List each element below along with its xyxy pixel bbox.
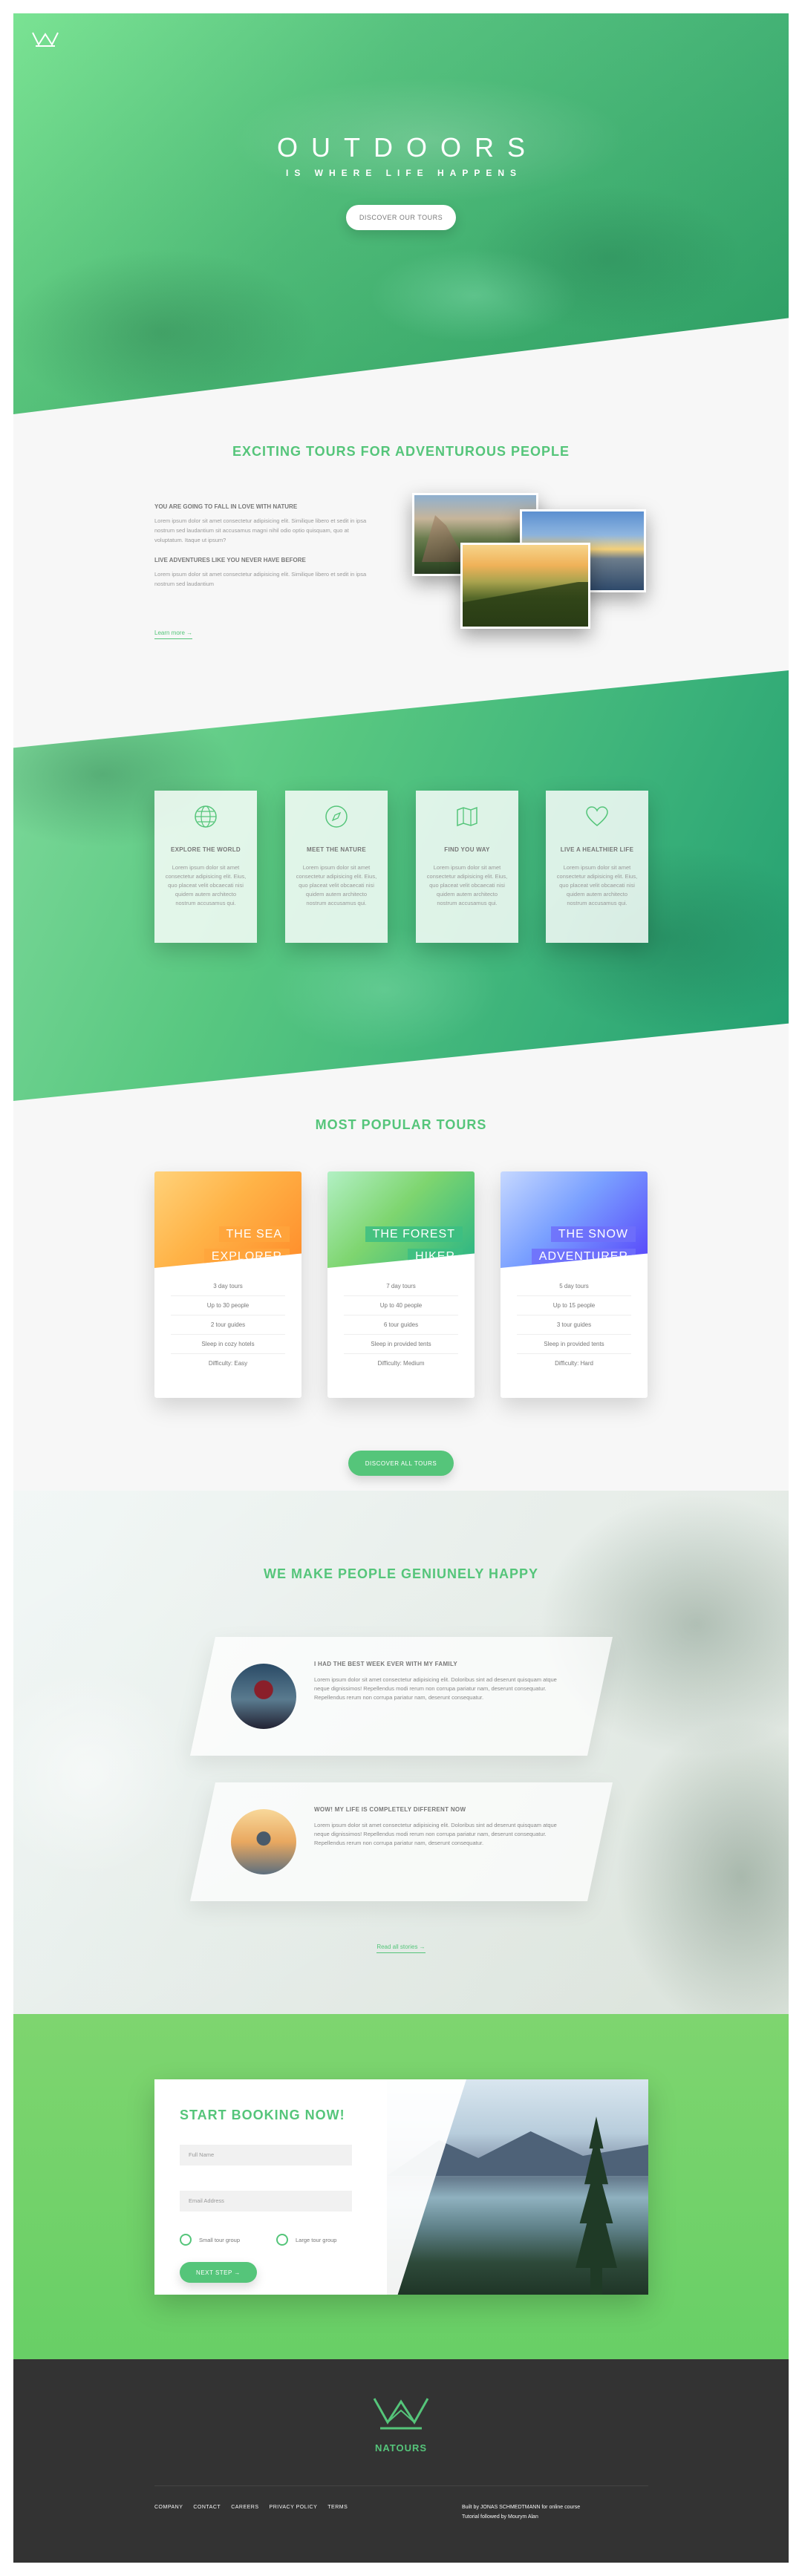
list-item: Up to 15 people (517, 1296, 631, 1315)
footer-divider (154, 2485, 648, 2486)
tour-card-heading: THE FOREST HIKER (365, 1223, 463, 1268)
list-item: Difficulty: Easy (208, 1360, 248, 1367)
feature-box-explore: EXPLORE THE WORLD Lorem ipsum dolor sit … (154, 791, 257, 943)
list-item: 6 tour guides (344, 1315, 458, 1335)
list-item: Sleep in cozy hotels (171, 1335, 285, 1354)
crown-logo-icon (373, 2398, 429, 2430)
large-group-radio[interactable]: Large tour group (276, 2234, 336, 2246)
footer-link-contact[interactable]: CONTACT (193, 2505, 221, 2510)
story-text: Lorem ipsum dolor sit amet consectetur a… (314, 1822, 557, 1846)
footer-credit-line-1: Built by JONAS SCHMEDTMANN for online co… (462, 2505, 581, 2510)
list-item: 5 day tours (517, 1277, 631, 1296)
booking-title: START BOOKING NOW! (180, 2108, 345, 2122)
tour-card-snow[interactable]: THE SNOW ADVENTURER 5 day tours Up to 15… (501, 1171, 648, 1398)
tour-card-image: THE SNOW ADVENTURER (501, 1171, 648, 1268)
hero-subtitle: IS WHERE LIFE HAPPENS (285, 168, 523, 178)
list-item: 7 day tours (344, 1277, 458, 1296)
feature-title: FIND YOU WAY (444, 846, 490, 853)
discover-tours-button[interactable]: DISCOVER OUR TOURS (346, 205, 456, 230)
next-step-button[interactable]: NEXT STEP → (180, 2262, 257, 2283)
list-item: Difficulty: Medium (377, 1360, 425, 1367)
hero-header: OUTDOORS IS WHERE LIFE HAPPENS DISCOVER … (13, 13, 789, 414)
globe-icon (195, 805, 217, 828)
email-input[interactable]: Email Address (180, 2191, 352, 2211)
about-title: EXCITING TOURS FOR ADVENTUROUS PEOPLE (232, 444, 570, 459)
radio-label: Large tour group (296, 2236, 337, 2243)
tours-title: MOST POPULAR TOURS (315, 1117, 487, 1132)
tour-card-forest[interactable]: THE FOREST HIKER 7 day tours Up to 40 pe… (327, 1171, 475, 1398)
footer: NATOURS COMPANY CONTACT CAREERS PRIVACY … (13, 2359, 789, 2563)
feature-text: Lorem ipsum dolor sit amet consectetur a… (426, 864, 508, 906)
story-title: WOW! MY LIFE IS COMPLETELY DIFFERENT NOW (314, 1806, 466, 1813)
radio-circle-icon (276, 2234, 288, 2246)
list-item: 3 tour guides (517, 1315, 631, 1335)
tour-details-list: 3 day tours Up to 30 people 2 tour guide… (171, 1277, 285, 1373)
feature-title: LIVE A HEALTHIER LIFE (560, 846, 634, 853)
footer-credit-line-2: Tutorial followed by Mourym Alan (462, 2514, 538, 2520)
read-all-stories-link[interactable]: Read all stories → (376, 1944, 426, 1953)
crown-logo-icon[interactable] (31, 30, 59, 49)
heart-icon (586, 806, 608, 826)
about-text: YOU ARE GOING TO FALL IN LOVE WITH NATUR… (154, 503, 377, 601)
list-item: 3 day tours (171, 1277, 285, 1296)
list-item: Sleep in provided tents (517, 1335, 631, 1354)
list-item: Up to 30 people (171, 1296, 285, 1315)
tour-card-image: THE FOREST HIKER (327, 1171, 475, 1268)
tour-details-list: 7 day tours Up to 40 people 6 tour guide… (344, 1277, 458, 1373)
hero-title: OUTDOORS (276, 132, 538, 163)
footer-link-terms[interactable]: TERMS (327, 2505, 348, 2510)
feature-box-way: FIND YOU WAY Lorem ipsum dolor sit amet … (416, 791, 518, 943)
learn-more-link[interactable]: Learn more → (154, 630, 193, 639)
features-section: EXPLORE THE WORLD Lorem ipsum dolor sit … (13, 670, 789, 1101)
feature-text: Lorem ipsum dolor sit amet consectetur a… (556, 864, 638, 906)
radio-circle-icon (180, 2234, 192, 2246)
map-icon (457, 806, 477, 827)
feature-box-health: LIVE A HEALTHIER LIFE Lorem ipsum dolor … (546, 791, 648, 943)
about-heading-2: LIVE ADVENTURES LIKE YOU NEVER HAVE BEFO… (154, 557, 306, 563)
list-item: Difficulty: Hard (555, 1360, 593, 1367)
page: OUTDOORS IS WHERE LIFE HAPPENS DISCOVER … (13, 13, 789, 2563)
footer-credit: Built by JONAS SCHMEDTMANN for online co… (462, 2503, 648, 2522)
stories-title: WE MAKE PEOPLE GENIUNELY HAPPY (263, 1566, 539, 1581)
story-text: Lorem ipsum dolor sit amet consectetur a… (314, 1676, 557, 1701)
avatar (231, 1664, 296, 1729)
list-item: Up to 40 people (344, 1296, 458, 1315)
list-item: Sleep in provided tents (344, 1335, 458, 1354)
about-photo-3 (460, 543, 590, 629)
features-background-image (13, 670, 789, 1101)
story-card: WOW! MY LIFE IS COMPLETELY DIFFERENT NOW… (189, 1782, 613, 1901)
read-stories-wrap: Read all stories → (13, 1944, 789, 1953)
feature-title: MEET THE NATURE (307, 846, 366, 853)
footer-nav: COMPANY CONTACT CAREERS PRIVACY POLICY T… (154, 2505, 348, 2510)
story-card: I HAD THE BEST WEEK EVER WITH MY FAMILY … (189, 1637, 613, 1756)
tour-card-sea[interactable]: THE SEA EXPLORER 3 day tours Up to 30 pe… (154, 1171, 301, 1398)
footer-link-careers[interactable]: CAREERS (231, 2505, 258, 2510)
avatar (231, 1809, 296, 1874)
small-group-radio[interactable]: Small tour group (180, 2234, 240, 2246)
about-paragraph-1: Lorem ipsum dolor sit amet consectetur a… (154, 517, 367, 543)
tour-details-list: 5 day tours Up to 15 people 3 tour guide… (517, 1277, 631, 1373)
full-name-input[interactable]: Full Name (180, 2145, 352, 2165)
discover-all-tours-button[interactable]: DISCOVER ALL TOURS (348, 1451, 454, 1476)
feature-text: Lorem ipsum dolor sit amet consectetur a… (165, 864, 247, 906)
booking-card: START BOOKING NOW! Full Name Email Addre… (154, 2079, 648, 2295)
compass-icon (325, 805, 348, 828)
footer-link-privacy[interactable]: PRIVACY POLICY (270, 2505, 318, 2510)
footer-brand: NATOURS (374, 2442, 428, 2454)
radio-label: Small tour group (199, 2236, 241, 2243)
feature-text: Lorem ipsum dolor sit amet consectetur a… (296, 864, 377, 906)
list-item: 2 tour guides (171, 1315, 285, 1335)
feature-title: EXPLORE THE WORLD (171, 846, 241, 853)
about-paragraph-2: Lorem ipsum dolor sit amet consectetur a… (154, 571, 367, 587)
feature-box-nature: MEET THE NATURE Lorem ipsum dolor sit am… (285, 791, 388, 943)
story-title: I HAD THE BEST WEEK EVER WITH MY FAMILY (314, 1661, 458, 1667)
footer-link-company[interactable]: COMPANY (154, 2505, 183, 2510)
tour-card-heading: THE SEA EXPLORER (203, 1223, 290, 1268)
booking-section: START BOOKING NOW! Full Name Email Addre… (13, 2014, 789, 2359)
tour-card-heading: THE SNOW ADVENTURER (531, 1223, 636, 1268)
about-heading-1: YOU ARE GOING TO FALL IN LOVE WITH NATUR… (154, 503, 298, 510)
tour-card-image: THE SEA EXPLORER (154, 1171, 301, 1268)
